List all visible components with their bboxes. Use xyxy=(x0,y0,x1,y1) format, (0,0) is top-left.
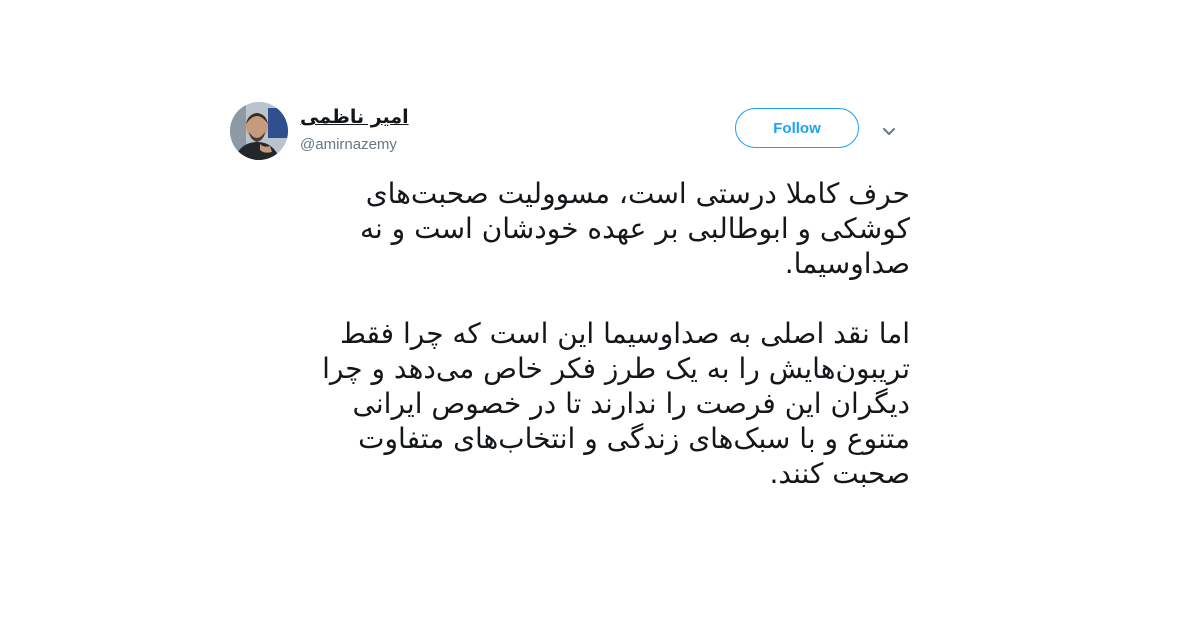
author-display-name[interactable]: امیر ناظمی xyxy=(300,106,409,128)
tweet-line: متنوع و با سبک‌های زندگی و انتخاب‌های مت… xyxy=(358,422,910,455)
tweet-line: کوشکی و ابوطالبی بر عهده خودشان است و نه xyxy=(359,212,910,245)
tweet-line: صحبت کنند. xyxy=(769,457,910,490)
chevron-down-icon[interactable] xyxy=(882,122,896,135)
profile-photo-icon xyxy=(230,102,288,160)
author-handle[interactable]: @amirnazemy xyxy=(300,136,397,153)
tweet-line: اما نقد اصلی به صداوسیما این است که چرا … xyxy=(339,317,910,350)
tweet-line: دیگران این فرصت را ندارند تا در خصوص ایر… xyxy=(352,387,910,420)
tweet-line: صداوسیما. xyxy=(784,247,910,280)
author-avatar[interactable] xyxy=(230,102,288,160)
tweet-line: حرف کاملا درستی است، مسوولیت صحبت‌های xyxy=(365,177,910,210)
tweet-paragraph: اما نقد اصلی به صداوسیما این است که چرا … xyxy=(228,316,910,491)
tweet-text: حرف کاملا درستی است، مسوولیت صحبت‌های کو… xyxy=(228,176,910,491)
tweet-card: امیر ناظمی @amirnazemy Follow حرف کاملا … xyxy=(228,96,918,536)
tweet-line: تریبون‌هایش را به یک طرز فکر خاص می‌دهد … xyxy=(322,352,910,385)
follow-button[interactable]: Follow xyxy=(735,108,859,148)
tweet-paragraph: حرف کاملا درستی است، مسوولیت صحبت‌های کو… xyxy=(228,176,910,281)
